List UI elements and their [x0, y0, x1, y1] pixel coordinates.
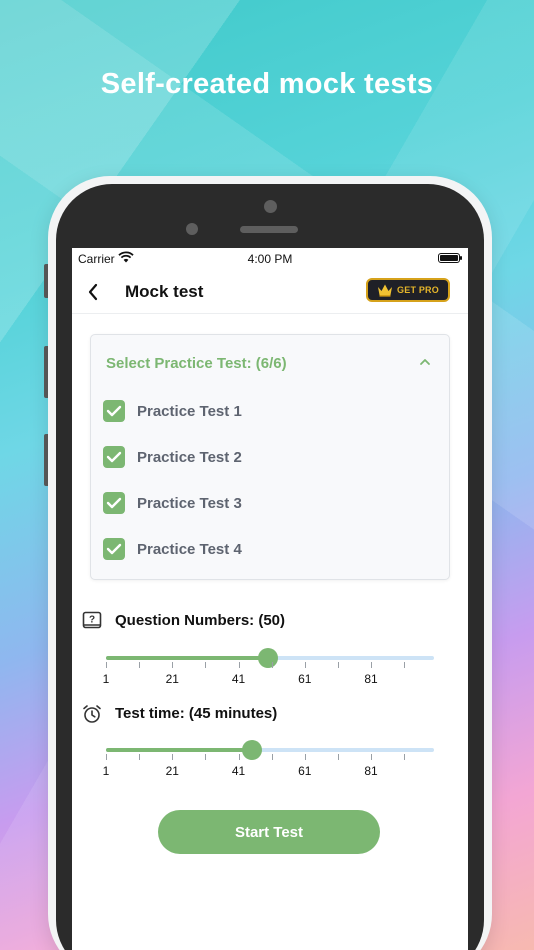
- question-numbers-row: ? Question Numbers: (50): [82, 609, 462, 633]
- page-title: Mock test: [125, 282, 204, 301]
- crown-icon: [378, 284, 393, 297]
- slider-tick: [304, 754, 306, 760]
- slider-tick-label: 41: [231, 672, 246, 686]
- practice-test-item[interactable]: Practice Test 2: [103, 443, 423, 471]
- practice-test-item[interactable]: Practice Test 4: [103, 535, 423, 563]
- get-pro-label: GET PRO: [397, 285, 439, 295]
- slider-tick: [337, 662, 339, 668]
- slider-tick: [106, 754, 107, 760]
- chevron-up-icon[interactable]: [419, 357, 431, 367]
- test-time-row: Test time: (45 minutes): [82, 702, 462, 726]
- slider-tick: [337, 754, 339, 760]
- slider-tick: [371, 754, 373, 760]
- practice-selector-header[interactable]: Select Practice Test: (6/6): [106, 355, 287, 372]
- slider-tick: [106, 662, 107, 668]
- back-chevron-icon[interactable]: [86, 282, 100, 302]
- slider-tick-label: 81: [364, 672, 378, 686]
- slider-tick: [238, 662, 240, 668]
- question-numbers-slider[interactable]: 1 21 41 61 81: [102, 648, 434, 686]
- nav-bar: Mock test GET PRO: [72, 274, 468, 314]
- slider-tick: [238, 754, 240, 760]
- slider-tick: [371, 662, 373, 668]
- app-screen: Carrier 4:00 PM Mock test GET PRO Select…: [72, 248, 468, 950]
- start-test-button[interactable]: Start Test: [158, 810, 380, 854]
- slider-tick: [271, 754, 273, 760]
- slider-tick: [404, 754, 406, 760]
- slider-tick-label: 21: [165, 672, 179, 686]
- earpiece-speaker: [240, 226, 298, 233]
- slider-tick: [271, 662, 273, 668]
- practice-test-label: Practice Test 2: [137, 449, 242, 466]
- test-time-label: Test time: (45 minutes): [115, 705, 278, 722]
- battery-icon: [438, 253, 462, 263]
- slider-fill: [106, 656, 269, 660]
- practice-test-selector: Select Practice Test: (6/6) Practice Tes…: [90, 334, 450, 580]
- checkbox-checked-icon[interactable]: [103, 538, 125, 560]
- svg-text:?: ?: [89, 615, 95, 626]
- slider-thumb[interactable]: [258, 648, 279, 668]
- practice-test-item[interactable]: Practice Test 1: [103, 397, 423, 425]
- slider-tick: [172, 662, 174, 668]
- slider-tick: [139, 754, 141, 760]
- practice-test-item[interactable]: Practice Test 3: [103, 489, 423, 517]
- status-time: 4:00 PM: [247, 252, 293, 266]
- slider-tick-label: 61: [298, 672, 312, 686]
- practice-test-label: Practice Test 1: [137, 403, 242, 420]
- status-bar: Carrier 4:00 PM: [72, 248, 468, 270]
- slider-tick-label: 1: [102, 672, 110, 686]
- slider-tick-label: 1: [102, 764, 110, 778]
- checkbox-checked-icon[interactable]: [103, 400, 125, 422]
- question-box-icon: ?: [82, 611, 102, 629]
- front-camera: [264, 200, 277, 213]
- practice-test-label: Practice Test 3: [137, 495, 242, 512]
- checkbox-checked-icon[interactable]: [103, 492, 125, 514]
- slider-fill: [106, 748, 252, 752]
- slider-thumb[interactable]: [241, 740, 262, 760]
- slider-tick: [404, 662, 406, 668]
- get-pro-button[interactable]: GET PRO: [366, 278, 450, 302]
- slider-tick-label: 61: [298, 764, 312, 778]
- slider-tick: [172, 754, 174, 760]
- checkbox-checked-icon[interactable]: [103, 446, 125, 468]
- test-time-slider[interactable]: 1 21 41 61 81: [102, 740, 434, 778]
- slider-tick: [304, 662, 306, 668]
- promo-headline: Self-created mock tests: [100, 68, 434, 100]
- practice-test-label: Practice Test 4: [137, 541, 242, 558]
- slider-tick: [205, 662, 207, 668]
- slider-tick: [139, 662, 141, 668]
- slider-tick-label: 81: [364, 764, 378, 778]
- slider-tick-label: 41: [231, 764, 246, 778]
- proximity-sensor: [186, 223, 198, 235]
- alarm-clock-icon: [83, 705, 101, 723]
- slider-tick: [205, 754, 207, 760]
- question-numbers-label: Question Numbers: (50): [115, 612, 286, 629]
- slider-tick-label: 21: [165, 764, 179, 778]
